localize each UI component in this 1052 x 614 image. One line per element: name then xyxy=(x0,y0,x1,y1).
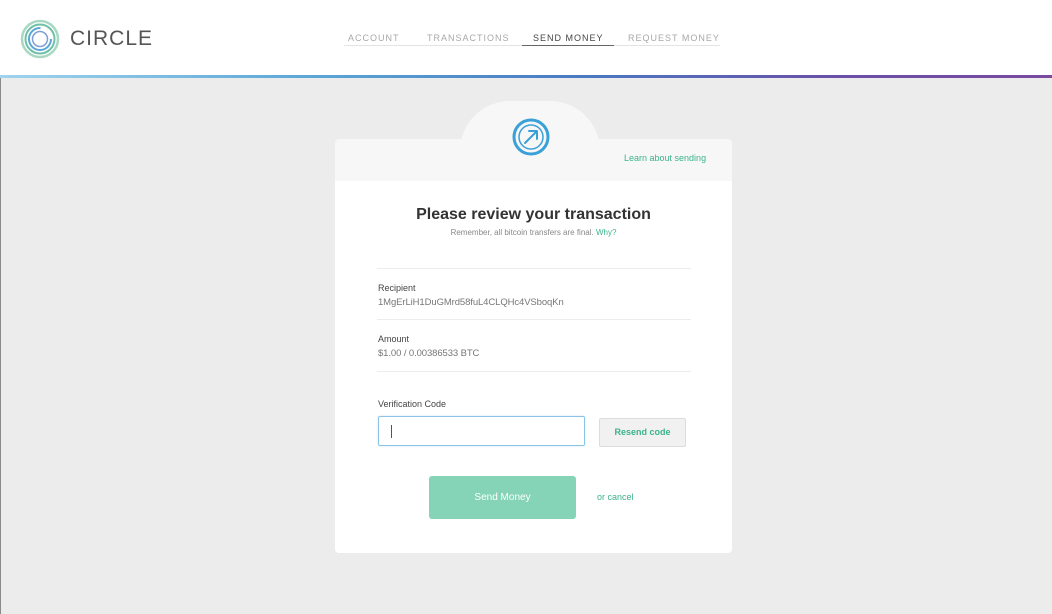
text-cursor xyxy=(391,425,392,438)
divider xyxy=(377,268,691,269)
learn-about-sending-link[interactable]: Learn about sending xyxy=(624,153,706,163)
resend-code-button[interactable]: Resend code xyxy=(599,418,686,447)
verification-code-label: Verification Code xyxy=(378,399,447,409)
divider xyxy=(377,319,691,320)
send-money-button[interactable]: Send Money xyxy=(429,476,576,519)
verification-code-input[interactable] xyxy=(378,416,585,446)
cancel-link[interactable]: or cancel xyxy=(597,492,634,502)
window-border xyxy=(0,0,1,614)
amount-label: Amount xyxy=(378,334,410,344)
subtitle: Remember, all bitcoin transfers are fina… xyxy=(335,228,732,237)
divider xyxy=(377,371,691,372)
nav-request-money[interactable]: REQUEST MONEY xyxy=(628,33,720,43)
amount-value: $1.00 / 0.00386533 BTC xyxy=(378,348,480,359)
subtitle-text: Remember, all bitcoin transfers are fina… xyxy=(450,228,594,237)
nav-active-indicator xyxy=(522,45,614,46)
brand-name: CIRCLE xyxy=(70,27,154,50)
nav-transactions[interactable]: TRANSACTIONS xyxy=(427,33,510,43)
top-navigation-bar: CIRCLE ACCOUNT TRANSACTIONS SEND MONEY R… xyxy=(0,0,1052,75)
recipient-label: Recipient xyxy=(378,283,416,293)
nav-account[interactable]: ACCOUNT xyxy=(348,33,400,43)
header-gradient-divider xyxy=(0,75,1052,78)
send-arrow-icon xyxy=(511,117,551,162)
page-title: Please review your transaction xyxy=(416,206,651,223)
circle-logo-icon xyxy=(20,19,60,59)
circle-logo[interactable]: CIRCLE xyxy=(20,19,153,59)
recipient-value: 1MgErLiH1DuGMrd58fuL4CLQHc4VSboqKn xyxy=(378,297,564,308)
nav-send-money[interactable]: SEND MONEY xyxy=(533,33,604,43)
why-link[interactable]: Why? xyxy=(596,228,616,237)
